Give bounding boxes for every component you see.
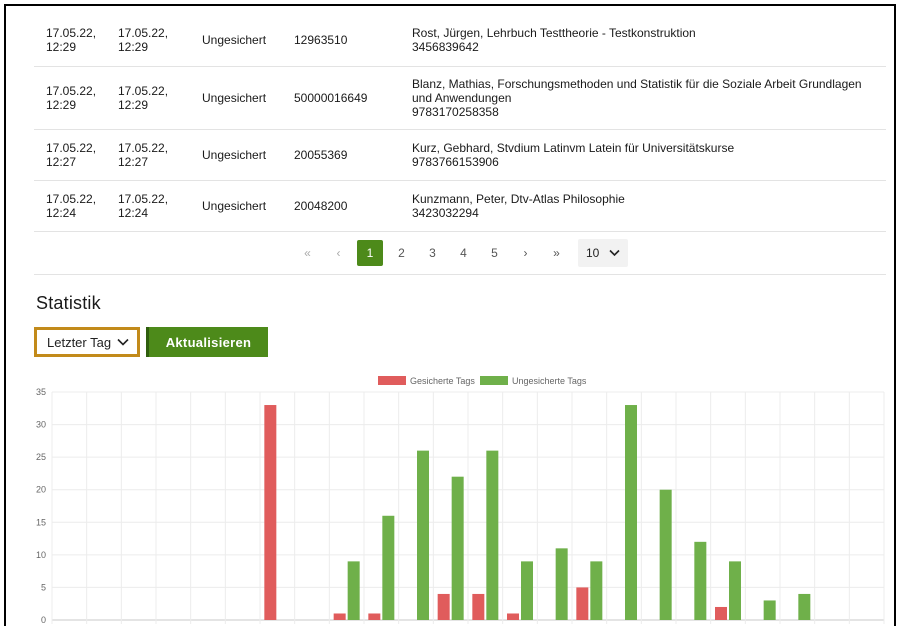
isbn-text: 9783170258358	[412, 105, 499, 119]
title-text: Blanz, Mathias, Forschungsmethoden und S…	[412, 77, 862, 91]
statistics-controls: Letzter Tag Aktualisieren	[34, 327, 268, 357]
title-cell: Kurz, Gebhard, Stvdium Latinvm Latein fü…	[412, 141, 886, 169]
table-row[interactable]: 17.05.22, 12:24 17.05.22, 12:24 Ungesicher…	[34, 181, 886, 232]
changed-date-cell: 17.05.22, 12:27	[118, 141, 169, 169]
status-cell: Ungesichert	[202, 33, 267, 47]
title-cell: Blanz, Mathias, Forschungsmethoden und S…	[412, 77, 886, 119]
page-size-select[interactable]: 10	[578, 239, 628, 267]
y-tick-label: 30	[36, 420, 46, 430]
title-text-continued: und Anwendungen	[412, 91, 512, 105]
app-frame: 17.05.22, 12:29 17.05.22, 12:29 Ungesicher…	[4, 4, 896, 626]
unsecured-bar	[659, 489, 672, 620]
unsecured-bar	[555, 548, 568, 620]
status-cell: Ungesichert	[202, 91, 267, 105]
y-tick-label: 0	[41, 615, 46, 625]
chevron-down-icon	[609, 249, 620, 257]
title-text: Kunzmann, Peter, Dtv-Atlas Philosophie	[412, 192, 625, 206]
status-cell: Ungesichert	[202, 199, 267, 213]
y-tick-label: 15	[36, 517, 46, 527]
isbn-text: 3456839642	[412, 40, 479, 54]
table-row[interactable]: 17.05.22, 12:27 17.05.22, 12:27 Ungesicher…	[34, 130, 886, 181]
prev-page-button[interactable]: ‹	[323, 246, 354, 260]
first-page-button[interactable]: «	[292, 246, 323, 260]
title-cell: Rost, Jürgen, Lehrbuch Testtheorie - Tes…	[412, 26, 886, 54]
time-range-select[interactable]: Letzter Tag	[34, 327, 140, 357]
secured-bar	[437, 593, 450, 620]
title-text: Rost, Jürgen, Lehrbuch Testtheorie - Tes…	[412, 26, 696, 40]
y-tick-label: 35	[36, 387, 46, 397]
page-size-value: 10	[586, 246, 600, 260]
unsecured-bar	[694, 541, 707, 620]
page-button-5[interactable]: 5	[479, 246, 510, 260]
record-id-cell: 50000016649	[294, 91, 368, 105]
secured-bar	[264, 405, 277, 620]
refresh-button[interactable]: Aktualisieren	[146, 327, 268, 357]
pagination: « ‹ 1 2 3 4 5 › » 10	[34, 232, 886, 275]
secured-bar	[507, 613, 519, 620]
unsecured-bar	[486, 450, 499, 620]
legend-label: Ungesicherte Tags	[512, 376, 587, 386]
page-button-1[interactable]: 1	[357, 240, 383, 266]
statistics-heading: Statistik	[36, 293, 101, 313]
y-tick-label: 20	[36, 485, 46, 495]
tags-table: 17.05.22, 12:29 17.05.22, 12:29 Ungesicher…	[34, 14, 886, 232]
page-button-3[interactable]: 3	[417, 246, 448, 260]
changed-date-cell: 17.05.22, 12:24	[118, 192, 169, 220]
title-text: Kurz, Gebhard, Stvdium Latinvm Latein fü…	[412, 141, 735, 155]
unsecured-bar	[347, 561, 360, 620]
unsecured-bar	[521, 561, 533, 620]
time-range-value: Letzter Tag	[47, 334, 112, 350]
unsecured-bar	[382, 515, 395, 620]
legend-label: Gesicherte Tags	[410, 376, 475, 386]
y-tick-label: 5	[41, 582, 46, 592]
legend-swatch	[480, 376, 508, 385]
changed-date-cell: 17.05.22, 12:29	[118, 26, 169, 54]
main-content: 17.05.22, 12:29 17.05.22, 12:29 Ungesicher…	[34, 14, 886, 625]
y-tick-label: 10	[36, 550, 46, 560]
created-date-cell: 17.05.22, 12:29	[46, 84, 97, 112]
chevron-down-icon	[117, 338, 129, 346]
created-date-cell: 17.05.22, 12:24	[46, 192, 97, 220]
page-button-2[interactable]: 2	[386, 246, 417, 260]
unsecured-bar	[417, 450, 429, 620]
unsecured-bar	[625, 405, 637, 620]
secured-bar	[576, 587, 589, 620]
unsecured-bar	[590, 561, 603, 620]
changed-date-cell: 17.05.22, 12:29	[118, 84, 169, 112]
secured-bar	[333, 613, 346, 620]
secured-bar	[472, 593, 485, 620]
legend-swatch	[378, 376, 406, 385]
secured-bar	[368, 613, 381, 620]
table-row[interactable]: 17.05.22, 12:29 17.05.22, 12:29 Ungesicher…	[34, 14, 886, 67]
statistics-chart: 051015202530350 Uhr1 Uhr2 Uhr3 Uhr4 Uhr5…	[36, 376, 885, 625]
unsecured-bar	[451, 476, 464, 620]
last-page-button[interactable]: »	[541, 246, 572, 260]
page-button-4[interactable]: 4	[448, 246, 479, 260]
unsecured-bar	[729, 561, 741, 620]
isbn-text: 3423032294	[412, 206, 479, 220]
created-date-cell: 17.05.22, 12:29	[46, 26, 97, 54]
next-page-button[interactable]: ›	[510, 246, 541, 260]
unsecured-bar	[763, 600, 776, 620]
secured-bar	[715, 606, 727, 620]
status-cell: Ungesichert	[202, 148, 267, 162]
isbn-text: 9783766153906	[412, 155, 499, 169]
title-cell: Kunzmann, Peter, Dtv-Atlas Philosophie 34…	[412, 192, 886, 220]
created-date-cell: 17.05.22, 12:27	[46, 141, 97, 169]
record-id-cell: 12963510	[294, 33, 348, 47]
y-tick-label: 25	[36, 452, 46, 462]
table-row[interactable]: 17.05.22, 12:29 17.05.22, 12:29 Ungesicher…	[34, 67, 886, 130]
record-id-cell: 20055369	[294, 148, 348, 162]
unsecured-bar	[798, 593, 811, 620]
record-id-cell: 20048200	[294, 199, 348, 213]
